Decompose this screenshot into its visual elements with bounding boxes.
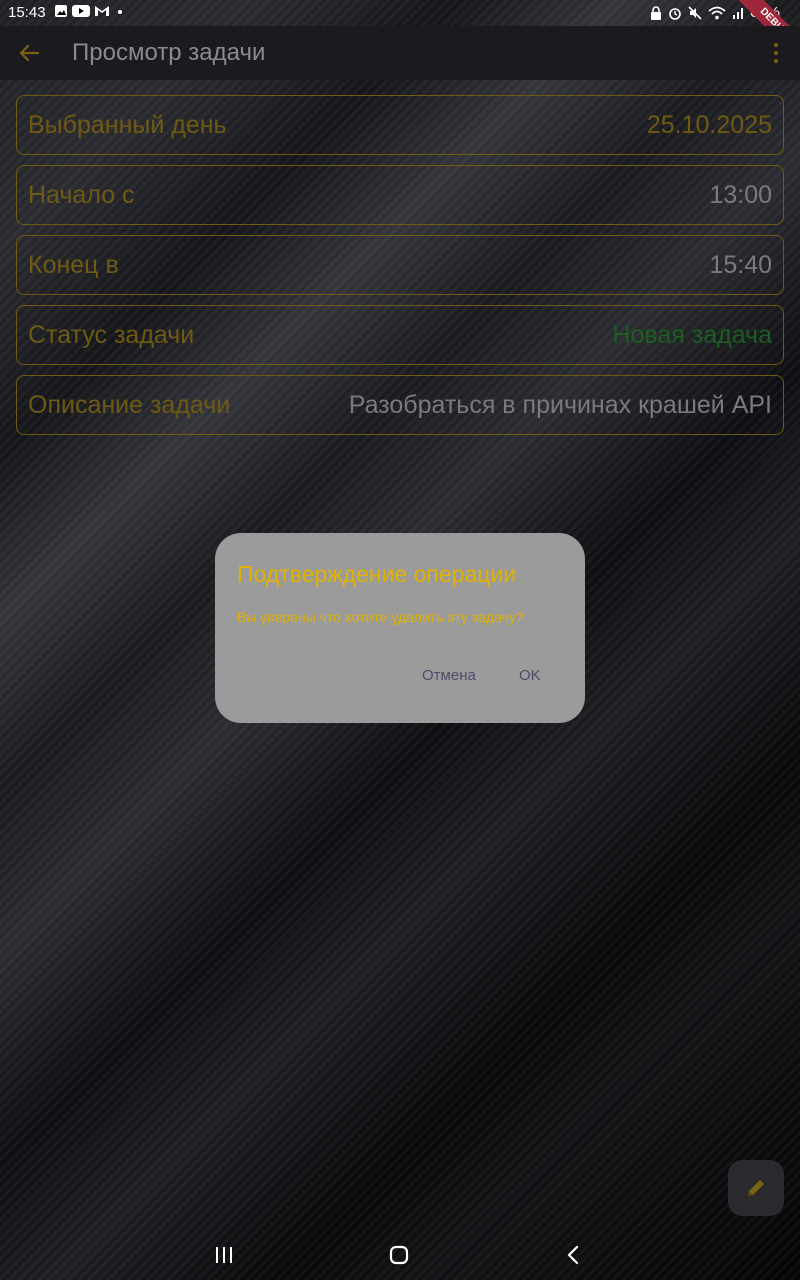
recent-apps-icon[interactable] [214, 1244, 234, 1266]
app-bar: Просмотр задачи [0, 26, 800, 80]
task-status-label: Статус задачи [28, 320, 195, 349]
end-time-label: Конец в [28, 250, 119, 279]
gmail-notification-icon [95, 6, 109, 16]
cancel-button[interactable]: Отмена [422, 667, 476, 684]
ok-button[interactable]: OK [519, 667, 541, 684]
end-time-value: 15:40 [709, 250, 772, 279]
task-status-row[interactable]: Статус задачи Новая задача [16, 305, 784, 365]
image-notification-icon [55, 5, 67, 17]
youtube-notification-icon [72, 5, 90, 17]
status-time: 15:43 [8, 4, 46, 21]
start-time-value: 13:00 [709, 180, 772, 209]
dialog-message: Вы уверены что хотите удалить эту задачу… [237, 609, 524, 625]
task-description-value: Разобраться в причинах крашей API [348, 390, 772, 419]
more-vert-icon[interactable] [768, 40, 784, 66]
selected-day-value: 25.10.2025 [646, 110, 772, 139]
back-arrow-icon[interactable] [14, 38, 44, 68]
wifi-icon [708, 6, 726, 19]
dialog-title: Подтверждение операции [237, 561, 517, 587]
lock-icon [650, 5, 661, 20]
start-time-label: Начало с [28, 180, 135, 209]
end-time-row[interactable]: Конец в 15:40 [16, 235, 784, 295]
system-nav-bar [0, 1232, 800, 1280]
task-status-value: Новая задача [612, 320, 772, 349]
signal-icon [732, 7, 743, 19]
confirm-delete-dialog: Подтверждение операции Вы уверены что хо… [215, 533, 585, 723]
back-nav-icon[interactable] [564, 1244, 584, 1266]
alarm-icon [669, 7, 681, 20]
more-notifications-dot-icon [118, 10, 122, 14]
edit-task-button[interactable] [728, 1160, 784, 1216]
pencil-icon [748, 1180, 764, 1196]
selected-day-label: Выбранный день [28, 110, 227, 139]
status-bar: 15:43 [0, 0, 800, 26]
page-title: Просмотр задачи [72, 39, 266, 66]
start-time-row[interactable]: Начало с 13:00 [16, 165, 784, 225]
task-description-row[interactable]: Описание задачи Разобраться в причинах к… [16, 375, 784, 435]
task-description-label: Описание задачи [28, 390, 231, 419]
home-icon[interactable] [388, 1244, 410, 1266]
mute-icon [688, 5, 702, 20]
selected-day-row[interactable]: Выбранный день 25.10.2025 [16, 95, 784, 155]
